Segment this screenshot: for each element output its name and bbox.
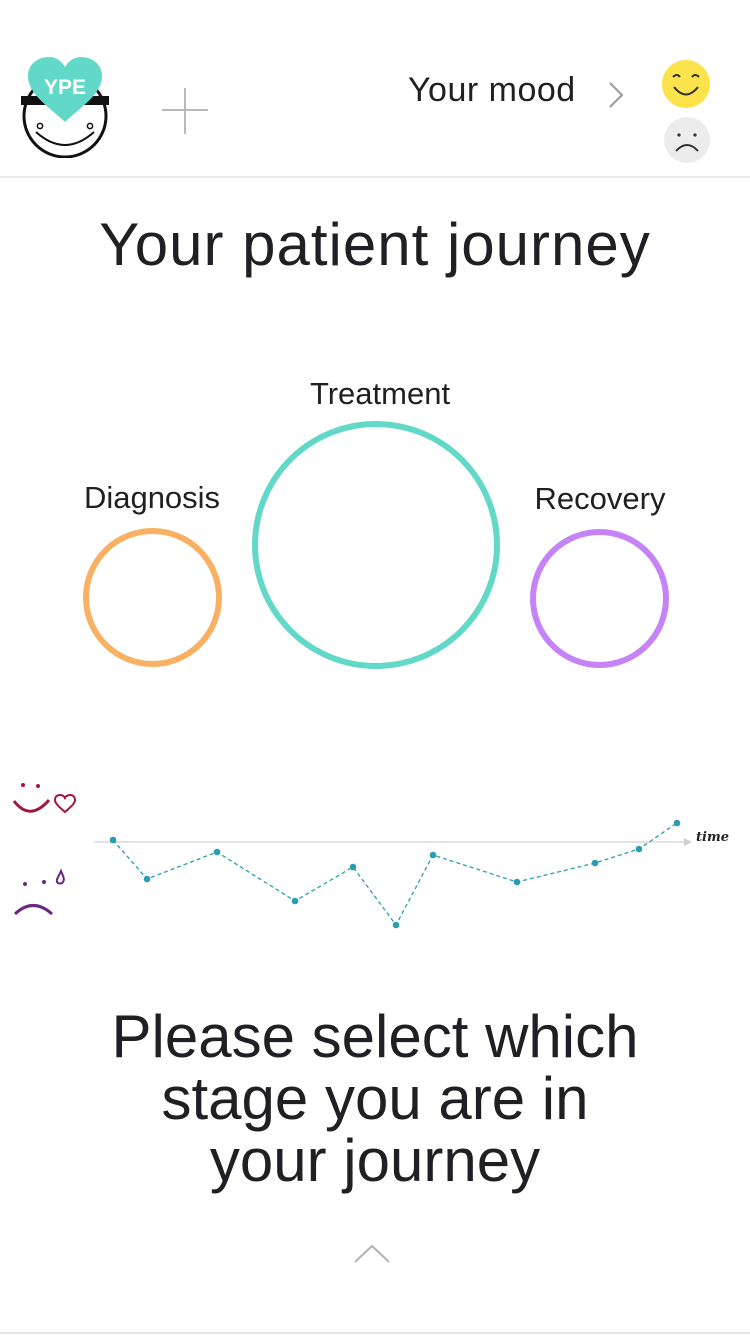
logo-text: YPE bbox=[43, 76, 87, 99]
stage-treatment-button[interactable] bbox=[252, 421, 500, 669]
your-mood-label: Your mood bbox=[408, 70, 576, 109]
stage-diagnosis-button[interactable] bbox=[83, 528, 222, 667]
mood-graph bbox=[0, 770, 750, 960]
your-mood-link[interactable]: Your mood bbox=[408, 70, 576, 110]
stage-label-diagnosis: Diagnosis bbox=[83, 480, 221, 515]
prompt-line: stage you are in bbox=[161, 1065, 589, 1132]
select-stage-prompt: Please select which stage you are in you… bbox=[0, 1006, 750, 1192]
stage-label-recovery: Recovery bbox=[534, 481, 666, 516]
app-logo: YPE bbox=[18, 54, 114, 159]
time-axis-label: time bbox=[696, 830, 729, 845]
sad-face-icon[interactable] bbox=[664, 117, 710, 163]
happy-face-icon[interactable] bbox=[662, 60, 710, 108]
prompt-line: Please select which bbox=[111, 1003, 639, 1070]
sad-tear-icon bbox=[13, 868, 65, 916]
chevron-right-icon[interactable] bbox=[604, 80, 628, 110]
time-axis-arrow bbox=[684, 838, 692, 846]
prompt-line: your journey bbox=[209, 1127, 541, 1194]
page-title: Your patient journey bbox=[99, 211, 651, 278]
stage-label-treatment: Treatment bbox=[309, 376, 451, 411]
mood-points bbox=[109, 819, 681, 929]
happy-heart-icon bbox=[12, 783, 77, 814]
plus-icon[interactable] bbox=[160, 86, 210, 136]
chevron-up-icon[interactable] bbox=[352, 1240, 392, 1266]
stage-recovery-button[interactable] bbox=[530, 529, 669, 668]
mood-line bbox=[112, 822, 678, 927]
bottom-divider bbox=[0, 1332, 750, 1334]
